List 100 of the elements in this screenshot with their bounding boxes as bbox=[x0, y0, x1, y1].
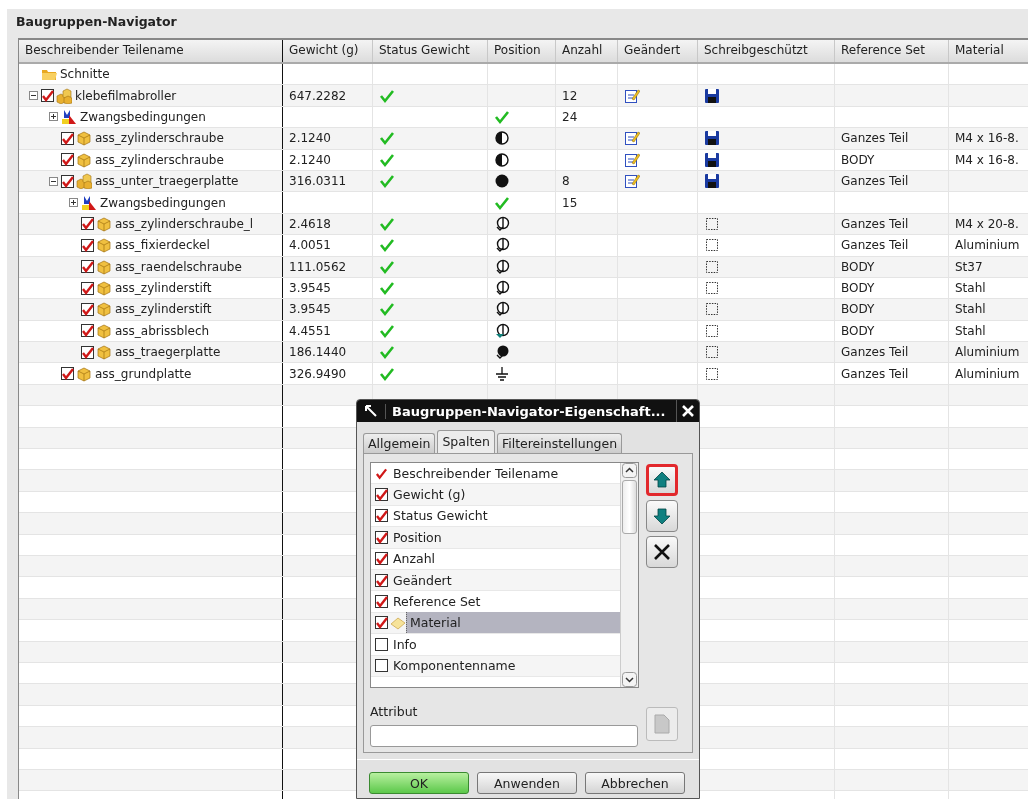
part-name[interactable]: Zwangsbedingungen bbox=[80, 109, 206, 124]
scrollbar-thumb[interactable] bbox=[622, 480, 637, 534]
checked-checkbox[interactable] bbox=[81, 238, 94, 252]
down-arrow-icon bbox=[652, 506, 672, 526]
checked-checkbox[interactable] bbox=[375, 488, 388, 502]
material-value: Aluminium bbox=[955, 238, 1020, 253]
weight-value: 316.0311 bbox=[289, 174, 347, 189]
column-header[interactable]: Position bbox=[488, 40, 556, 62]
reference-set-value: Ganzes Teil bbox=[841, 366, 909, 381]
cubes-icon bbox=[56, 87, 72, 104]
column-option[interactable]: Anzahl bbox=[390, 551, 439, 567]
material-value: St37 bbox=[955, 259, 983, 274]
dialog-button[interactable]: Anwenden bbox=[477, 772, 577, 794]
column-option[interactable]: Position bbox=[390, 529, 445, 545]
material-value: M4 x 16-8. bbox=[955, 152, 1019, 167]
part-name[interactable]: ass_zylinderschraube_l bbox=[115, 216, 254, 231]
part-name[interactable]: ass_raendelschraube bbox=[115, 259, 242, 274]
checked-checkbox[interactable] bbox=[61, 367, 74, 381]
reference-set-value: BODY bbox=[841, 281, 875, 296]
reference-set-value: Ganzes Teil bbox=[841, 216, 909, 231]
scroll-up-icon[interactable] bbox=[622, 463, 637, 478]
dialog-title: Baugruppen-Navigator-Eigenschaft... bbox=[385, 403, 676, 419]
part-name[interactable]: Zwangsbedingungen bbox=[100, 195, 226, 210]
cube-icon bbox=[76, 365, 92, 382]
constraint-icon bbox=[61, 108, 77, 125]
column-option[interactable]: Beschreibender Teilename bbox=[390, 465, 562, 481]
checked-checkbox[interactable] bbox=[375, 552, 388, 566]
attribute-field[interactable] bbox=[370, 725, 638, 747]
part-name[interactable]: ass_fixierdeckel bbox=[115, 238, 210, 253]
material-value: M4 x 20-8. bbox=[955, 216, 1019, 231]
checked-checkbox[interactable] bbox=[81, 303, 94, 316]
part-name[interactable]: ass_traegerplatte bbox=[115, 345, 221, 360]
expand-icon[interactable] bbox=[48, 112, 58, 122]
checked-checkbox[interactable] bbox=[81, 281, 94, 295]
column-header[interactable]: Schreibgeschützt bbox=[698, 40, 835, 62]
part-name[interactable]: ass_grundplatte bbox=[95, 366, 192, 381]
remove-icon bbox=[652, 542, 672, 562]
column-header[interactable]: Status Gewicht bbox=[373, 40, 488, 62]
checked-checkbox[interactable] bbox=[375, 530, 388, 544]
cube-icon bbox=[76, 151, 92, 168]
dialog-button[interactable]: OK bbox=[369, 772, 469, 794]
checked-checkbox[interactable] bbox=[375, 616, 388, 630]
cube-icon bbox=[96, 280, 112, 297]
checked-checkbox[interactable] bbox=[81, 217, 94, 231]
checked-checkbox[interactable] bbox=[61, 153, 74, 167]
part-name[interactable]: ass_zylinderschraube bbox=[95, 131, 224, 146]
column-option[interactable]: Reference Set bbox=[390, 594, 484, 610]
scrollbar[interactable] bbox=[620, 463, 638, 687]
cube-icon bbox=[96, 215, 112, 232]
column-header[interactable]: Reference Set bbox=[835, 40, 949, 62]
part-name[interactable]: ass_abrissblech bbox=[115, 323, 210, 338]
cube-icon bbox=[76, 130, 92, 147]
dialog-button[interactable]: Abbrechen bbox=[585, 772, 685, 794]
column-option[interactable]: Geändert bbox=[390, 572, 455, 588]
reference-set-value: Ganzes Teil bbox=[841, 131, 909, 146]
reference-set-value: Ganzes Teil bbox=[841, 345, 909, 360]
collapse-icon[interactable] bbox=[28, 91, 38, 101]
part-name[interactable]: ass_zylinderschraube bbox=[95, 152, 224, 167]
column-header[interactable]: Material bbox=[949, 40, 1028, 62]
checked-checkbox[interactable] bbox=[61, 174, 74, 188]
column-option[interactable]: Info bbox=[390, 636, 420, 652]
part-name[interactable]: ass_zylinderstift bbox=[115, 302, 212, 317]
checked-checkbox[interactable] bbox=[81, 324, 94, 338]
cube-icon bbox=[96, 301, 112, 318]
weight-value: 326.9490 bbox=[289, 366, 347, 381]
column-header[interactable]: Geändert bbox=[618, 40, 698, 62]
column-header[interactable]: Beschreibender Teilename bbox=[19, 40, 283, 62]
constraint-icon bbox=[81, 194, 97, 211]
checked-checkbox[interactable] bbox=[61, 131, 74, 145]
checked-checkbox[interactable] bbox=[375, 509, 388, 523]
expand-icon[interactable] bbox=[68, 198, 78, 208]
column-header[interactable]: Gewicht (g) bbox=[283, 40, 373, 62]
column-option[interactable]: Status Gewicht bbox=[390, 508, 491, 524]
checkbox[interactable] bbox=[375, 659, 388, 673]
part-name[interactable]: ass_unter_traegerplatte bbox=[95, 174, 239, 189]
column-option[interactable]: Material bbox=[406, 612, 623, 634]
checked-checkbox[interactable] bbox=[375, 573, 388, 587]
checked-checkbox[interactable] bbox=[81, 345, 94, 359]
reference-set-value: BODY bbox=[841, 259, 875, 274]
weight-value: 111.0562 bbox=[289, 259, 347, 274]
weight-value: 4.4551 bbox=[289, 323, 331, 338]
part-name[interactable]: ass_zylinderstift bbox=[115, 281, 212, 296]
weight-value: 2.1240 bbox=[289, 131, 331, 146]
remove-button[interactable] bbox=[646, 536, 678, 568]
tab[interactable]: Spalten bbox=[437, 430, 495, 453]
tab[interactable]: Filtereinstellungen bbox=[496, 433, 623, 453]
up-arrow-icon bbox=[652, 470, 672, 490]
checkbox[interactable] bbox=[375, 637, 388, 651]
tab[interactable]: Allgemein bbox=[363, 433, 436, 453]
collapse-icon[interactable] bbox=[48, 176, 58, 186]
part-name[interactable]: klebefilmabroller bbox=[75, 88, 177, 103]
column-header[interactable]: Anzahl bbox=[556, 40, 618, 62]
down-arrow-button[interactable] bbox=[646, 500, 678, 532]
part-name[interactable]: Schnitte bbox=[60, 67, 110, 82]
material-value: Aluminium bbox=[955, 366, 1020, 381]
up-arrow-button[interactable] bbox=[646, 464, 678, 496]
checked-checkbox[interactable] bbox=[375, 595, 388, 609]
scroll-down-icon[interactable] bbox=[622, 672, 637, 687]
checked-checkbox[interactable] bbox=[81, 260, 94, 274]
checked-checkbox[interactable] bbox=[41, 89, 54, 103]
